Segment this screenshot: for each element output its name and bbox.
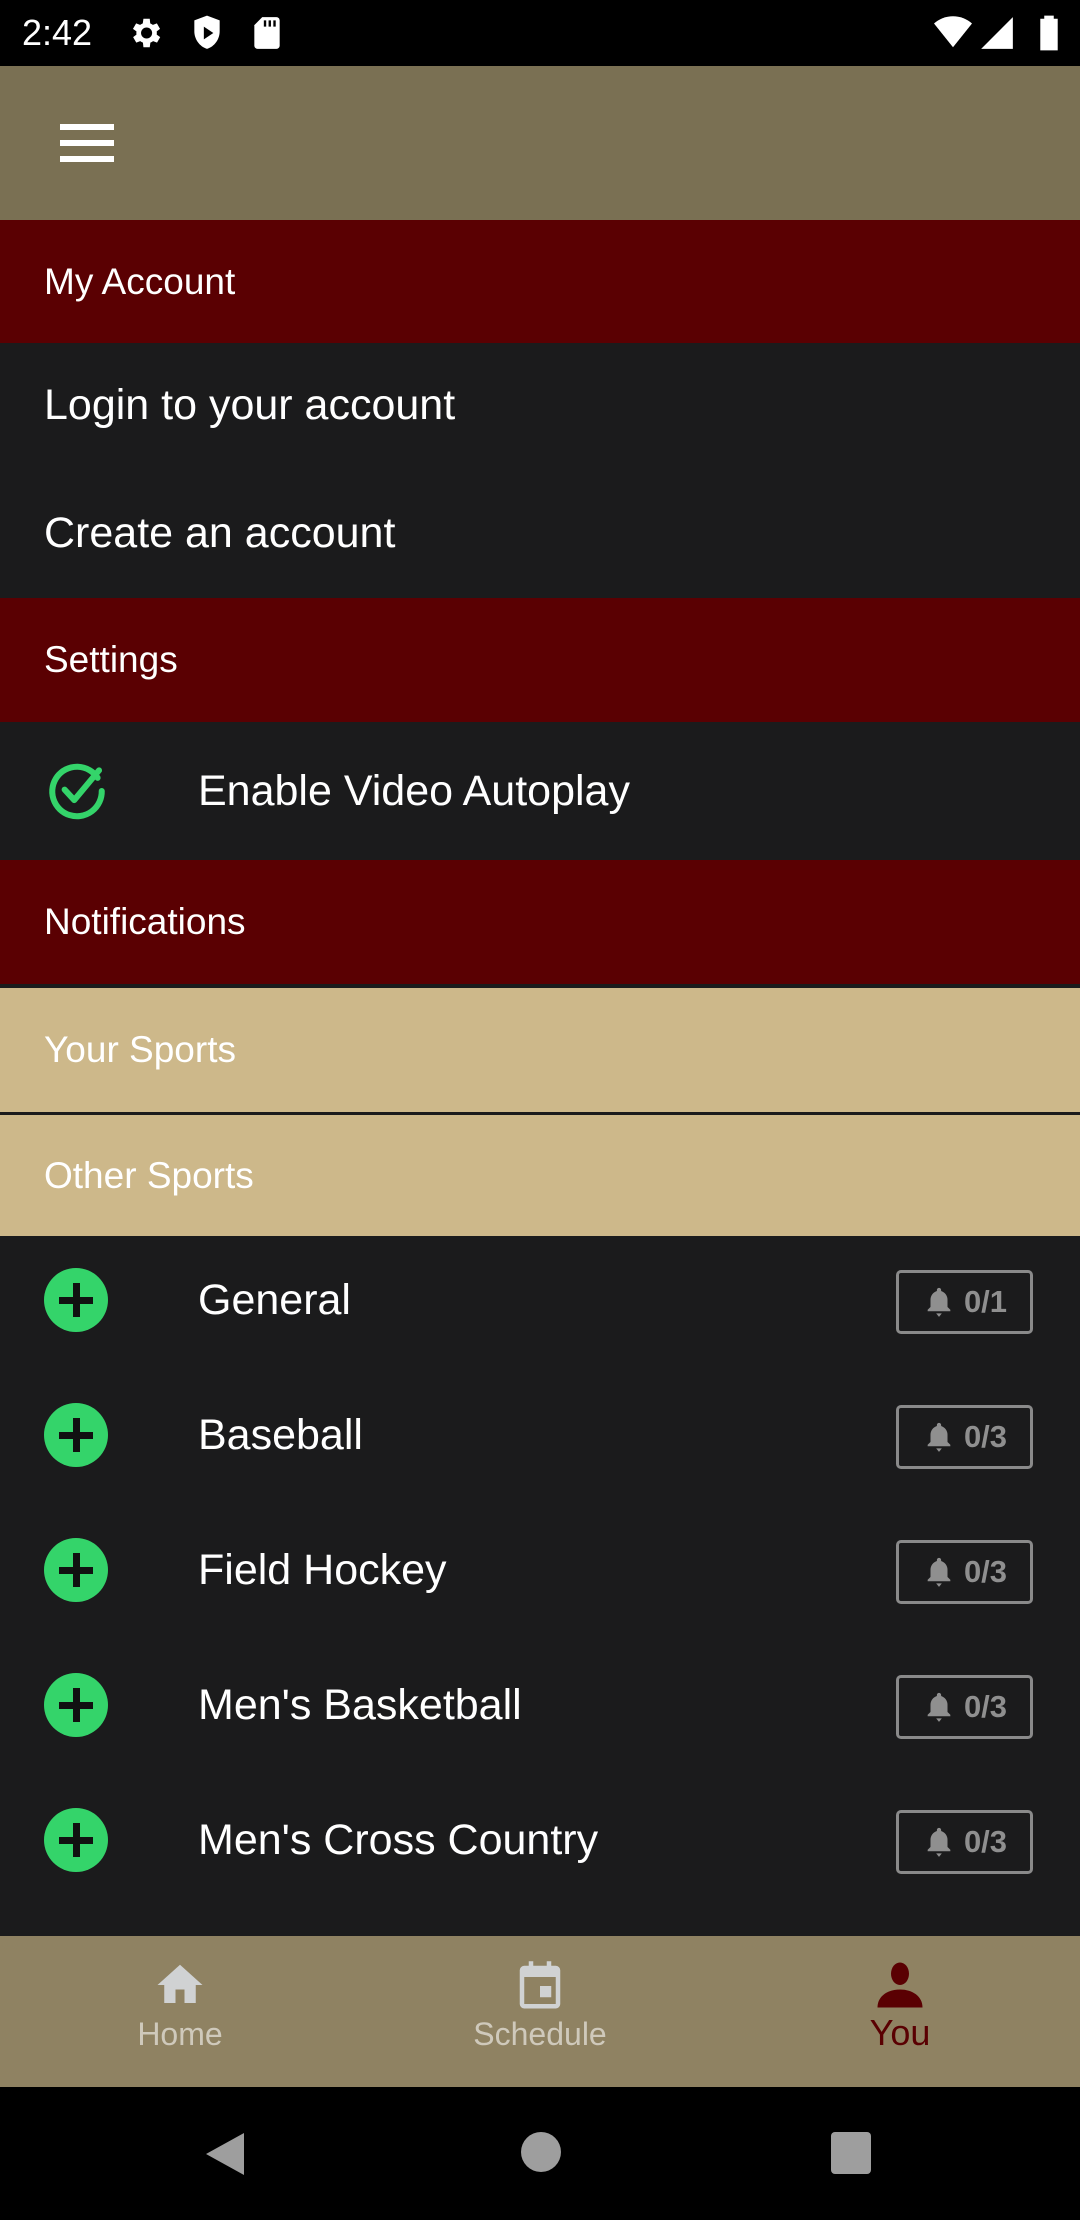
notifications-header: Notifications — [0, 860, 1080, 984]
back-icon[interactable] — [204, 2131, 246, 2177]
battery-icon — [1040, 15, 1058, 51]
notification-count-badge[interactable]: 0/3 — [896, 1810, 1033, 1874]
sd-card-icon — [254, 17, 280, 49]
recents-icon[interactable] — [830, 2131, 872, 2175]
signal-icon — [981, 17, 1013, 49]
notification-count: 0/3 — [963, 1689, 1008, 1724]
sport-row[interactable]: Men's Cross Country 0/3 — [0, 1776, 1080, 1911]
other-sports-header[interactable]: Other Sports — [0, 1115, 1080, 1236]
bell-icon — [927, 1422, 951, 1452]
shield-play-icon — [194, 15, 220, 49]
autoplay-toggle-row[interactable]: Enable Video Autoplay — [0, 722, 1080, 860]
system-nav-bar — [0, 2087, 1080, 2220]
gear-icon — [132, 18, 161, 48]
notification-count: 0/3 — [963, 1419, 1008, 1454]
app-bar — [0, 66, 1080, 220]
sport-name: Men's Cross Country — [198, 1816, 599, 1864]
status-time: 2:42 — [22, 12, 93, 53]
nav-label: Home — [137, 2016, 223, 2052]
notification-count-badge[interactable]: 0/3 — [896, 1405, 1033, 1469]
notification-count-badge[interactable]: 0/3 — [896, 1675, 1033, 1739]
notification-count: 0/3 — [963, 1554, 1008, 1589]
autoplay-label: Enable Video Autoplay — [198, 766, 630, 815]
notification-count: 0/1 — [963, 1284, 1008, 1319]
nav-home[interactable]: Home — [0, 1936, 360, 2087]
sport-name: General — [198, 1276, 351, 1324]
bell-icon — [927, 1557, 951, 1587]
notification-count: 0/3 — [963, 1824, 1008, 1859]
login-link[interactable]: Login to your account — [0, 343, 1080, 468]
sport-row[interactable]: Field Hockey 0/3 — [0, 1506, 1080, 1641]
your-sports-header[interactable]: Your Sports — [0, 988, 1080, 1112]
home-circle-icon[interactable] — [520, 2131, 562, 2173]
sport-row[interactable]: General 0/1 — [0, 1236, 1080, 1371]
hamburger-menu-icon[interactable] — [60, 124, 116, 164]
status-bar: 2:42 — [0, 0, 1080, 66]
nav-label: You — [869, 2012, 931, 2053]
menu-content: My Account Login to your account Create … — [0, 220, 1080, 1911]
bell-icon — [927, 1287, 951, 1317]
add-sport-icon[interactable] — [44, 1268, 108, 1332]
add-sport-icon[interactable] — [44, 1538, 108, 1602]
wifi-icon — [934, 16, 972, 48]
add-sport-icon[interactable] — [44, 1403, 108, 1467]
home-icon — [157, 1964, 203, 2003]
sport-row[interactable]: Men's Basketball 0/3 — [0, 1641, 1080, 1776]
sport-name: Field Hockey — [198, 1546, 447, 1594]
nav-label: Schedule — [473, 2016, 607, 2052]
notification-count-badge[interactable]: 0/1 — [896, 1270, 1033, 1334]
sport-name: Baseball — [198, 1411, 363, 1459]
settings-header: Settings — [0, 598, 1080, 722]
notification-count-badge[interactable]: 0/3 — [896, 1540, 1033, 1604]
calendar-icon — [519, 1961, 561, 2009]
bell-icon — [927, 1692, 951, 1722]
sports-list: General 0/1 Baseball 0/3 Field Hockey 0/… — [0, 1236, 1080, 1911]
bottom-nav: Home Schedule You — [0, 1936, 1080, 2087]
person-icon — [877, 1962, 923, 2008]
nav-you[interactable]: You — [720, 1936, 1080, 2087]
bell-icon — [927, 1827, 951, 1857]
create-account-link[interactable]: Create an account — [0, 468, 1080, 598]
sport-name: Men's Basketball — [198, 1681, 522, 1729]
nav-schedule[interactable]: Schedule — [360, 1936, 720, 2087]
sport-row[interactable]: Baseball 0/3 — [0, 1371, 1080, 1506]
my-account-header: My Account — [0, 220, 1080, 343]
add-sport-icon[interactable] — [44, 1808, 108, 1872]
add-sport-icon[interactable] — [44, 1673, 108, 1737]
check-circle-icon[interactable] — [44, 758, 110, 824]
